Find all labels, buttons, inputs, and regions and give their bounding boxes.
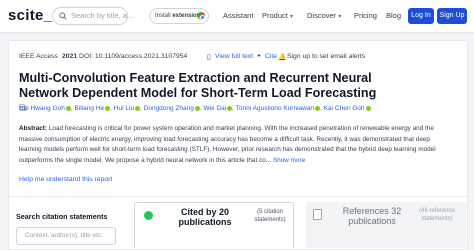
show-more-link[interactable]: Show more: [273, 157, 305, 164]
citation-search-title: Search citation statements: [16, 212, 108, 221]
references-label: References 32 publications: [342, 206, 402, 226]
publication-year: 2021: [62, 53, 78, 60]
bell-icon: 🔔: [278, 54, 287, 61]
nav-product[interactable]: Product ▾: [262, 11, 293, 20]
author-link[interactable]: Hui Hwang Goh: [19, 105, 65, 112]
author-link[interactable]: Dongdong Zhang: [144, 105, 194, 112]
abstract: Abstract: Load forecasting is critical f…: [19, 124, 451, 166]
tab-cited-by[interactable]: Cited by 20 publications (5 citation sta…: [134, 202, 294, 248]
author-link[interactable]: Wei Dai: [204, 105, 227, 112]
search-input[interactable]: Search by title, a...: [52, 7, 133, 25]
tab-references[interactable]: References 32 publications (46 reference…: [306, 202, 466, 248]
author-link[interactable]: Biliang He: [75, 105, 105, 112]
scite-logo[interactable]: scite_: [8, 7, 52, 24]
chevron-down-icon: ▾: [338, 14, 342, 20]
help-link[interactable]: Help me understand this report: [19, 176, 112, 183]
author-link[interactable]: Kai Chen Goh: [324, 105, 365, 112]
abstract-text: Load forecasting is critical for power s…: [19, 125, 436, 164]
journal-name: IEEE Access: [19, 53, 58, 60]
install-extension-button[interactable]: Install extension!: [149, 8, 209, 24]
cited-by-label: Cited by 20 publications: [178, 207, 232, 227]
email-alerts-link[interactable]: Sign up to set email alerts: [287, 53, 365, 60]
login-button[interactable]: Log In: [408, 8, 434, 24]
file-icon: ▯: [207, 54, 211, 61]
author-list: Hui Hwang Goh, Biliang He, Hui Liu, Dong…: [19, 105, 459, 112]
author-link[interactable]: Tonni Agustiono Kurniawan: [236, 105, 314, 112]
install-label: Install: [155, 12, 173, 19]
top-nav-bar: scite_ Search by title, a... Install ext…: [0, 0, 474, 33]
nav-product-label: Product: [262, 11, 288, 20]
view-full-text-link[interactable]: View full text: [215, 53, 253, 60]
citation-search-input[interactable]: Context, author(s), title etc.: [16, 227, 116, 245]
document-icon: [313, 209, 322, 220]
cite-link[interactable]: Cite: [265, 53, 277, 60]
orcid-icon: [365, 105, 371, 111]
nav-discover-label: Discover: [307, 11, 337, 20]
nav-discover[interactable]: Discover ▾: [307, 11, 341, 20]
abstract-label: Abstract:: [19, 125, 48, 132]
quote-icon: ❝: [257, 54, 261, 61]
nav-pricing[interactable]: Pricing: [354, 11, 377, 20]
paper-title: Multi-Convolution Feature Extraction and…: [19, 71, 377, 100]
citation-search-placeholder: Context, author(s), title etc.: [25, 232, 104, 239]
search-placeholder: Search by title, a...: [71, 11, 134, 20]
search-icon: [59, 12, 67, 20]
citation-icon: [144, 211, 153, 220]
doi: DOI: 10.1109/access.2021.3107954: [79, 53, 188, 60]
author-link[interactable]: Hui Liu: [114, 105, 134, 112]
signup-button[interactable]: Sign Up: [437, 8, 467, 24]
cited-by-statements: (5 citation statements): [254, 209, 286, 223]
chrome-icon: [197, 12, 205, 20]
chevron-down-icon: ▾: [289, 14, 293, 20]
references-statements: (46 reference statements): [419, 208, 455, 222]
nav-assistant[interactable]: Assistant: [223, 11, 253, 20]
divider: [8, 196, 468, 197]
nav-blog[interactable]: Blog: [386, 11, 401, 20]
